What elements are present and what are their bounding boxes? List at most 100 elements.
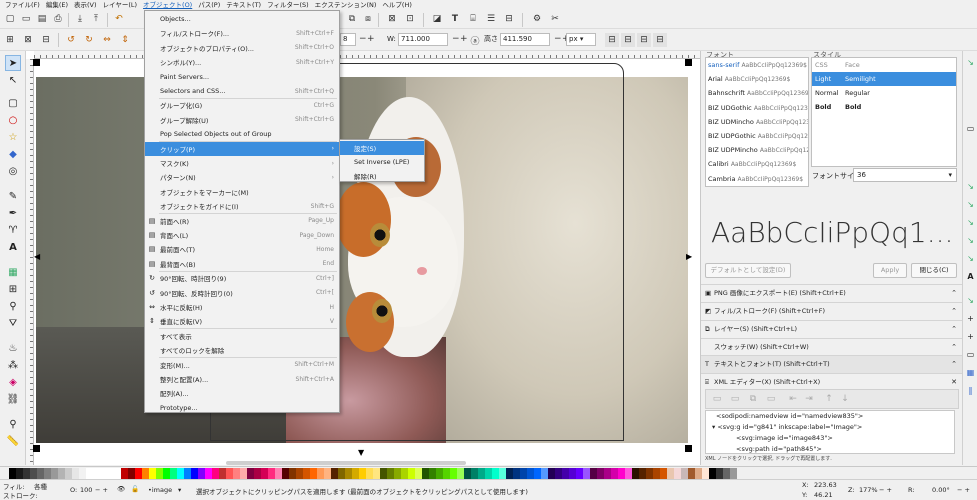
clip-submenu-item[interactable]: Set Inverse (LPE) [340, 155, 424, 169]
unit-select[interactable]: px ▾ [566, 33, 596, 46]
chevron-up-icon[interactable]: ⌃ [951, 339, 957, 356]
rotate-ccw-icon[interactable]: ↺ [64, 33, 78, 47]
pen-tool-icon[interactable]: ✒ [5, 205, 21, 221]
align-distribute-icon[interactable]: ⊟ [502, 12, 516, 26]
width-increment-button[interactable]: + [460, 33, 468, 46]
color-swatch[interactable] [604, 467, 611, 479]
color-swatch[interactable] [317, 467, 324, 479]
color-swatch[interactable] [86, 467, 93, 479]
snap-smooth-nodes-icon[interactable]: ↘ [965, 235, 976, 246]
color-swatch[interactable] [457, 467, 464, 479]
spiral-tool-icon[interactable]: ◎ [5, 163, 21, 179]
object-menu-item[interactable]: すべて表示 [145, 329, 339, 343]
color-swatch[interactable] [401, 467, 408, 479]
color-swatch[interactable] [562, 467, 569, 479]
menu-item[interactable]: エクステンション(N) [312, 0, 380, 10]
color-swatch[interactable] [646, 467, 653, 479]
color-swatch[interactable] [128, 467, 135, 479]
object-menu-item[interactable]: オブジェクトをガイドに(I) Shift+G [145, 199, 339, 213]
font-list-item[interactable]: Calibri AaBbCcIiPpQq12369$ [706, 157, 808, 171]
color-swatch[interactable] [555, 467, 562, 479]
eraser-tool-icon[interactable]: ◈ [5, 374, 21, 390]
lock-icon[interactable]: 🔓 [131, 485, 139, 493]
menu-item[interactable]: レイヤー(L) [100, 0, 141, 10]
raise-node-icon[interactable]: ↑ [822, 392, 836, 406]
apply-button[interactable]: Apply [873, 263, 907, 278]
color-swatch[interactable] [205, 467, 212, 479]
object-menu-item[interactable]: クリップ(P) › [145, 141, 339, 156]
circle-tool-icon[interactable]: ○ [5, 112, 21, 128]
color-swatch[interactable] [653, 467, 660, 479]
color-swatch[interactable] [569, 467, 576, 479]
color-swatch[interactable] [219, 467, 226, 479]
color-swatch[interactable] [261, 467, 268, 479]
spray-tool-icon[interactable]: ⁂ [5, 357, 21, 373]
rectangle-tool-icon[interactable]: ▢ [5, 95, 21, 111]
object-menu-item[interactable]: Selectors and CSS... Shift+Ctrl+Q [145, 84, 339, 98]
dropper-tool-icon[interactable]: ⚲ [5, 298, 21, 314]
x-increment-button[interactable]: + [367, 33, 375, 46]
color-swatch[interactable] [142, 467, 149, 479]
color-swatch[interactable] [58, 467, 65, 479]
color-swatch[interactable] [478, 467, 485, 479]
snap-page-icon[interactable]: + [965, 331, 976, 342]
color-swatch[interactable] [534, 467, 541, 479]
color-swatch[interactable] [527, 467, 534, 479]
open-document-icon[interactable]: ▭ [19, 12, 33, 26]
color-swatch[interactable] [184, 467, 191, 479]
menu-item[interactable]: ファイル(F) [2, 0, 43, 10]
duplicate-node-icon[interactable]: ⧉ [746, 392, 760, 406]
object-menu-item[interactable]: オブジェクトをマーカーに(M) [145, 185, 339, 199]
x-coordinate-field[interactable]: 8 [340, 33, 356, 46]
clip-submenu-item[interactable]: 設定(S) [340, 141, 424, 155]
color-swatch[interactable] [310, 467, 317, 479]
color-swatch[interactable] [436, 467, 443, 479]
color-swatch[interactable] [611, 467, 618, 479]
object-menu-item[interactable]: Objects... [145, 12, 339, 26]
import-icon[interactable]: ⤓ [73, 12, 87, 26]
color-swatch[interactable] [191, 467, 198, 479]
color-swatch[interactable] [149, 467, 156, 479]
delete-node-icon[interactable]: ▭ [764, 392, 778, 406]
color-swatch[interactable] [450, 467, 457, 479]
color-swatch[interactable] [709, 467, 716, 479]
color-swatch[interactable] [30, 467, 37, 479]
object-menu-item[interactable]: ↺ 90°回転、反時計回り(0) Ctrl+[ [145, 286, 339, 300]
menu-item[interactable]: フィルター(S) [264, 0, 312, 10]
lower-node-icon[interactable]: ↓ [838, 392, 852, 406]
color-swatch[interactable] [275, 467, 282, 479]
color-swatch[interactable] [331, 467, 338, 479]
flip-vertical-icon[interactable]: ⇕ [118, 33, 132, 47]
menu-item[interactable]: オブジェクト(O) [140, 0, 195, 10]
font-style-list[interactable]: CSS Face Light Semilight Normal Regular Bold Bo… [811, 57, 957, 167]
mesh-tool-icon[interactable]: ⊞ [5, 281, 21, 297]
color-swatch[interactable] [443, 467, 450, 479]
save-document-icon[interactable]: ▤ [35, 12, 49, 26]
lock-proportions-icon[interactable]: ⓐ [468, 33, 482, 47]
xml-node[interactable]: <svg:image id="image843"> [706, 433, 954, 444]
flip-horizontal-icon[interactable]: ⇔ [100, 33, 114, 47]
color-swatch[interactable] [163, 467, 170, 479]
snap-paths-icon[interactable]: ↘ [965, 199, 976, 210]
3d-box-tool-icon[interactable]: ◆ [5, 146, 21, 162]
snap-guides-icon[interactable]: ‖ [965, 385, 976, 396]
visibility-icon[interactable]: 👁 [117, 485, 125, 493]
star-tool-icon[interactable]: ☆ [5, 129, 21, 145]
menu-item[interactable]: パス(P) [195, 0, 223, 10]
snap-grid-icon[interactable]: ▦ [965, 367, 976, 378]
style-list-item[interactable]: Normal Regular [812, 86, 956, 100]
xml-editor-icon[interactable]: ⌸ [466, 12, 480, 26]
menu-item[interactable]: 表示(V) [71, 0, 100, 10]
color-swatch[interactable] [429, 467, 436, 479]
color-swatch[interactable] [93, 467, 100, 479]
color-swatch[interactable] [632, 467, 639, 479]
color-swatch[interactable] [79, 467, 86, 479]
color-swatch[interactable] [352, 467, 359, 479]
new-document-icon[interactable]: ▢ [3, 12, 17, 26]
color-swatch[interactable] [660, 467, 667, 479]
move-gradients-icon[interactable]: ⊟ [637, 33, 651, 47]
connector-tool-icon[interactable]: ⛓ [5, 391, 21, 407]
color-swatch[interactable] [380, 467, 387, 479]
color-swatch[interactable] [702, 467, 709, 479]
color-swatch[interactable] [583, 467, 590, 479]
